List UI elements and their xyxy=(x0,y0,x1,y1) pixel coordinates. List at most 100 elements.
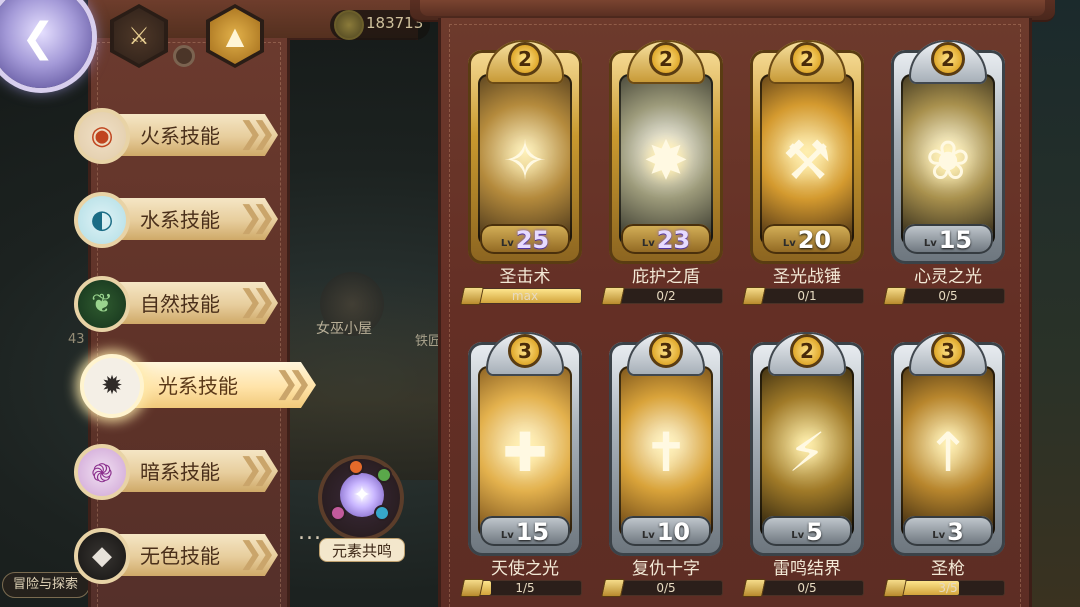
skill-art: ↑ xyxy=(901,366,995,538)
skill-level: 10 xyxy=(656,518,691,546)
water-element-icon: ◐ xyxy=(74,192,130,248)
progress-text: 3/5 xyxy=(938,581,958,595)
element-tab-3[interactable]: 光系技能 ❯❯ ✹ xyxy=(80,354,316,418)
skill-art-icon: ✸ xyxy=(643,128,689,192)
skill-book-icon xyxy=(601,579,625,597)
rank-badge: 3 xyxy=(931,334,965,368)
upgrade-progress-bar: max xyxy=(468,288,582,304)
tab-label: 自然技能 xyxy=(140,292,220,316)
fire-orb-icon xyxy=(348,459,364,475)
fire-element-icon: ◉ xyxy=(74,108,130,164)
skill-book-icon xyxy=(742,579,766,597)
back-button[interactable]: ❮ xyxy=(0,0,92,88)
skill-book-icon xyxy=(460,287,484,305)
upgrade-progress-bar: 3/5 xyxy=(891,580,1005,596)
sword-icon: ⚔ xyxy=(114,8,164,64)
skill-art-icon: ✝ xyxy=(643,420,689,484)
skill-book-icon xyxy=(601,287,625,305)
dark-orb-icon xyxy=(330,505,346,521)
level-plate: Lv 25 xyxy=(480,224,570,254)
tab-label: 无色技能 xyxy=(140,544,220,568)
chevron-right-icon: ❯❯ xyxy=(238,452,276,487)
skill-level: 15 xyxy=(938,226,973,254)
skill-name: 天使之光 xyxy=(491,559,559,579)
rank-badge: 2 xyxy=(790,42,824,76)
skill-name: 圣光战锤 xyxy=(773,267,841,287)
rank-badge: 2 xyxy=(790,334,824,368)
dark-vortex-icon: ֎ xyxy=(74,444,130,500)
light-sun-icon: ✹ xyxy=(80,354,144,418)
hex-connector xyxy=(173,45,195,67)
element-tab-4[interactable]: 暗系技能 ❯❯ ֎ xyxy=(74,440,284,502)
skill-book-icon xyxy=(883,287,907,305)
nature-orb-icon xyxy=(376,467,392,483)
triangle-icon: ▲ xyxy=(210,8,260,64)
colorless-diamond-icon: ◆ xyxy=(74,528,130,584)
tab-label: 暗系技能 xyxy=(140,460,220,484)
skill-name: 圣击术 xyxy=(499,267,551,287)
skill-art-icon: ✧ xyxy=(502,128,548,192)
skill-art-icon: ❀ xyxy=(925,128,971,192)
upgrade-progress-bar: 0/5 xyxy=(750,580,864,596)
progress-text: 0/1 xyxy=(797,289,817,303)
rank-badge: 2 xyxy=(508,42,542,76)
skill-name: 心灵之光 xyxy=(914,267,982,287)
skill-art-icon: ⚒ xyxy=(782,128,832,192)
progress-text: 1/5 xyxy=(515,581,535,595)
progress-text: 0/5 xyxy=(938,289,958,303)
skill-book-icon xyxy=(460,579,484,597)
element-resonance-button[interactable]: ✦ xyxy=(318,455,404,541)
upgrade-progress-bar: 0/5 xyxy=(609,580,723,596)
upgrade-progress-bar: 0/5 xyxy=(891,288,1005,304)
level-prefix: Lv xyxy=(923,238,937,249)
map-number: 43 xyxy=(68,332,85,347)
background-scenery-right xyxy=(1030,0,1080,607)
skill-art: ✚ xyxy=(478,366,572,538)
level-prefix: Lv xyxy=(500,530,514,541)
skill-art-icon: ⚡ xyxy=(788,420,826,484)
water-orb-icon xyxy=(374,505,390,521)
skill-book-icon xyxy=(883,579,907,597)
level-prefix: Lv xyxy=(500,238,514,249)
skill-level: 23 xyxy=(656,226,691,254)
element-tab-5[interactable]: 无色技能 ❯❯ ◆ xyxy=(74,524,284,586)
skill-name: 庇护之盾 xyxy=(632,267,700,287)
level-plate: Lv 10 xyxy=(621,516,711,546)
skill-level: 3 xyxy=(947,518,964,546)
chevron-right-icon: ❯❯ xyxy=(238,200,276,235)
skill-level: 15 xyxy=(515,518,550,546)
progress-text: 0/5 xyxy=(797,581,817,595)
tab-label: 光系技能 xyxy=(158,374,238,398)
tab-label: 水系技能 xyxy=(140,208,220,232)
tab-label: 火系技能 xyxy=(140,124,220,148)
skill-art: ✸ xyxy=(619,74,713,246)
skill-level: 5 xyxy=(806,518,823,546)
chevron-right-icon: ❯❯ xyxy=(238,284,276,319)
element-tab-1[interactable]: 水系技能 ❯❯ ◐ xyxy=(74,188,284,250)
skill-art: ✝ xyxy=(619,366,713,538)
element-tab-0[interactable]: 火系技能 ❯❯ ◉ xyxy=(74,104,284,166)
skill-book-icon xyxy=(742,287,766,305)
element-tab-2[interactable]: 自然技能 ❯❯ ❦ xyxy=(74,272,284,334)
chevron-right-icon: ❯❯ xyxy=(274,366,312,401)
skill-name: 复仇十字 xyxy=(632,559,700,579)
rank-badge: 3 xyxy=(508,334,542,368)
level-plate: Lv 5 xyxy=(762,516,852,546)
more-dots: ... xyxy=(298,520,322,545)
skill-art: ✧ xyxy=(478,74,572,246)
element-resonance-label[interactable]: 元素共鸣 xyxy=(319,538,405,562)
skill-art: ❀ xyxy=(901,74,995,246)
skill-art: ⚡ xyxy=(760,366,854,538)
upgrade-progress-bar: 0/1 xyxy=(750,288,864,304)
map-label-witch-hut: 女巫小屋 xyxy=(316,321,372,337)
skill-art-icon: ✚ xyxy=(502,420,548,484)
skill-art: ⚒ xyxy=(760,74,854,246)
level-prefix: Lv xyxy=(932,530,946,541)
level-plate: Lv 23 xyxy=(621,224,711,254)
skill-level: 20 xyxy=(797,226,832,254)
chevron-right-icon: ❯❯ xyxy=(238,536,276,571)
nature-leaf-icon: ❦ xyxy=(74,276,130,332)
progress-text: 0/5 xyxy=(656,581,676,595)
coin-icon xyxy=(334,10,364,40)
level-prefix: Lv xyxy=(791,530,805,541)
